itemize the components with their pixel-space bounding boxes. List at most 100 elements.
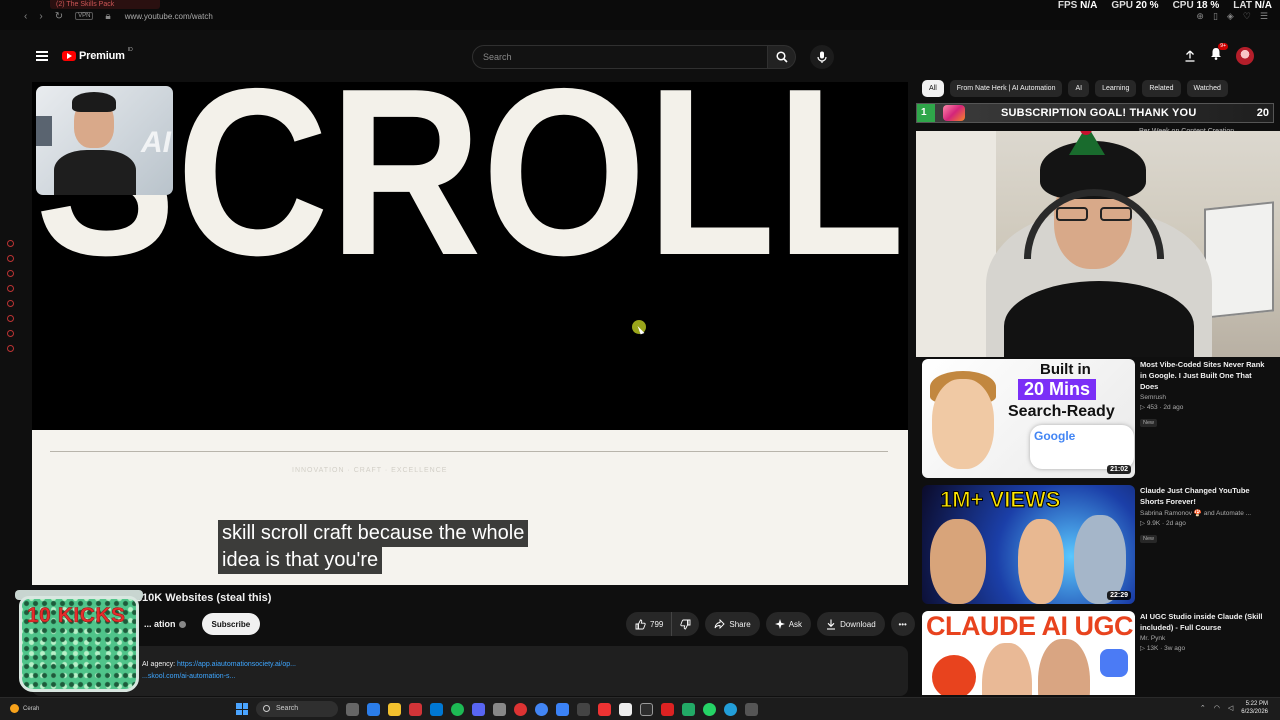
recommendation-item[interactable]: 1M+ VIEWS 22:29 Claude Just Changed YouT… [922, 485, 1272, 607]
recommendation-item[interactable]: Built in 20 Mins Search-Ready Google 21:… [922, 359, 1272, 481]
side-app-icon[interactable] [6, 285, 14, 292]
forward-icon[interactable]: › [39, 11, 42, 22]
app-icon[interactable] [682, 702, 695, 716]
side-app-icon[interactable] [6, 345, 14, 352]
description-link[interactable]: ...skool.com/ai-automation-s... [142, 673, 235, 680]
thumb-person [930, 519, 986, 604]
side-app-strip [0, 240, 20, 440]
app-icon[interactable] [346, 702, 359, 716]
vpn-pill[interactable]: VPN [75, 12, 94, 20]
caption-line: idea is that you're [218, 547, 383, 574]
thumb-text: Built in [1040, 361, 1091, 378]
app-icon[interactable] [745, 702, 758, 716]
goal-end: 20 [1256, 107, 1269, 119]
recommendation-title[interactable]: Claude Just Changed YouTube Shorts Forev… [1140, 485, 1270, 507]
search-icon [775, 51, 788, 63]
opera-icon[interactable] [514, 702, 527, 716]
side-app-icon[interactable] [6, 330, 14, 337]
avatar[interactable] [1236, 47, 1254, 65]
chip-watched[interactable]: Watched [1186, 80, 1228, 97]
recommendation-channel[interactable]: Mr. Pynk [1140, 635, 1270, 642]
voice-search-button[interactable] [810, 45, 834, 69]
chip-related[interactable]: Related [1142, 80, 1181, 97]
notifications-button[interactable]: 9+ [1210, 43, 1228, 65]
chip-ai[interactable]: AI [1068, 80, 1090, 97]
channel-name[interactable]: ... ation [144, 619, 176, 629]
chip-all[interactable]: All [922, 80, 944, 97]
recommendation-title[interactable]: AI UGC Studio inside Claude (Skill inclu… [1140, 611, 1270, 633]
recommendation-channel[interactable]: Sabrina Ramonov 🍄 and Automate ... [1140, 509, 1270, 517]
dislike-button[interactable] [671, 612, 700, 636]
shield-icon[interactable]: ◈ [1227, 11, 1234, 22]
folder-icon[interactable] [388, 702, 401, 716]
video-actions: 799 Share Ask Download ••• [626, 612, 915, 636]
telegram-icon[interactable] [724, 702, 737, 716]
description-box[interactable]: AI agency: https://app.aiautomationsocie… [32, 646, 908, 696]
video-player[interactable]: SCROLL AI INNOVATION · CRAFT · EXCELLENC… [32, 82, 908, 585]
search-input[interactable] [472, 45, 768, 69]
volume-icon[interactable]: ◁ [1228, 704, 1233, 712]
browser-tab[interactable]: (2) The Skills Pack [50, 0, 160, 9]
app-icon[interactable] [556, 702, 569, 716]
extension-icon[interactable]: ▯ [1213, 11, 1218, 22]
hamburger-menu-icon[interactable] [36, 51, 48, 61]
share-button[interactable]: Share [705, 612, 760, 636]
clock[interactable]: 5:22 PM 6/23/2026 [1241, 700, 1268, 716]
app-icon[interactable] [598, 702, 611, 716]
taskbar-search[interactable]: Search [256, 701, 338, 717]
app-icon[interactable] [367, 702, 380, 716]
app-icon[interactable] [661, 702, 674, 716]
spotify-icon[interactable] [451, 702, 464, 716]
subscribe-button[interactable]: Subscribe [201, 613, 261, 635]
side-app-icon[interactable] [6, 315, 14, 322]
chevron-up-icon[interactable]: ⌃ [1200, 704, 1206, 712]
reload-icon[interactable]: ↻ [55, 11, 63, 22]
youtube-premium-logo[interactable]: Premium ID [62, 47, 133, 62]
chip-learning[interactable]: Learning [1095, 80, 1137, 97]
menu-icon[interactable]: ☰ [1260, 11, 1268, 22]
side-app-icon[interactable] [6, 270, 14, 277]
stat-fps: FPS N/A [1057, 0, 1098, 11]
app-icon[interactable] [493, 702, 506, 716]
recommendation-item[interactable]: CLAUDE AI UGC AI UGC Studio inside Claud… [922, 611, 1272, 695]
webcam-whiteboard [1204, 201, 1274, 319]
side-app-icon[interactable] [6, 255, 14, 262]
whatsapp-icon[interactable] [703, 702, 716, 716]
download-button[interactable]: Download [817, 612, 885, 636]
like-button[interactable]: 799 [626, 612, 672, 636]
side-app-icon[interactable] [6, 300, 14, 307]
windows-start-icon[interactable] [236, 703, 248, 715]
address-bar[interactable]: www.youtube.com/watch [125, 12, 213, 21]
caption-line: skill scroll craft because the whole [218, 520, 529, 547]
recommendation-info: Most Vibe-Coded Sites Never Rank in Goog… [1140, 359, 1270, 429]
description-link[interactable]: https://app.aiautomationsociety.ai/op... [177, 661, 296, 668]
search-button[interactable] [768, 45, 796, 69]
thumb-person [1018, 519, 1064, 604]
video-thumbnail[interactable]: CLAUDE AI UGC [922, 611, 1135, 695]
chip-channel[interactable]: From Nate Herk | AI Automation [949, 80, 1063, 97]
clock-date: 6/23/2026 [1241, 709, 1268, 715]
chrome-icon[interactable] [535, 702, 548, 716]
app-icon[interactable] [619, 702, 632, 716]
more-horizontal-icon: ••• [898, 619, 907, 629]
jar-label: 10 KICKS [27, 604, 126, 628]
video-thumbnail[interactable]: Built in 20 Mins Search-Ready Google 21:… [922, 359, 1135, 478]
video-thumbnail[interactable]: 1M+ VIEWS 22:29 [922, 485, 1135, 604]
more-actions-button[interactable]: ••• [890, 612, 915, 636]
app-icon[interactable] [640, 702, 653, 716]
app-icon[interactable] [577, 702, 590, 716]
back-icon[interactable]: ‹ [24, 11, 27, 22]
ask-button[interactable]: Ask [765, 612, 812, 636]
app-icon[interactable] [430, 702, 443, 716]
upload-icon[interactable] [1184, 50, 1196, 62]
streamer-webcam [916, 131, 1280, 357]
heart-icon[interactable]: ♡ [1243, 11, 1251, 22]
weather-widget[interactable]: Cerah [10, 704, 39, 713]
recommendation-title[interactable]: Most Vibe-Coded Sites Never Rank in Goog… [1140, 359, 1270, 392]
app-icon[interactable] [409, 702, 422, 716]
side-app-icon[interactable] [6, 240, 14, 247]
recommendation-channel[interactable]: Semrush [1140, 394, 1270, 401]
wifi-icon[interactable]: ◠ [1214, 704, 1220, 712]
discord-icon[interactable] [472, 702, 485, 716]
zoom-icon[interactable]: ⊕ [1196, 11, 1204, 22]
